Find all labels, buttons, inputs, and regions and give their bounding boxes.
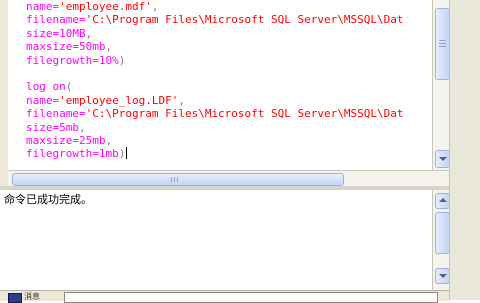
code-token: 'employee.mdf': [59, 0, 152, 13]
chevron-down-icon: [439, 274, 447, 278]
code-line: name='employee_log.LDF',: [8, 94, 432, 107]
editor-hscroll-thumb[interactable]: [12, 173, 344, 186]
code-token: size=5mb: [26, 120, 79, 134]
query-analyzer-window: name='employee.mdf', filename='C:\Program…: [0, 0, 480, 303]
chevron-up-icon: [439, 198, 447, 202]
result-message: 命令已成功完成。: [4, 193, 92, 206]
code-token: ,: [78, 120, 86, 134]
code-line: size=10MB,: [8, 27, 432, 40]
code-token: 'C:\Program Files\Microsoft SQL Server\M…: [85, 107, 404, 121]
code-token: ,: [151, 0, 159, 13]
code-token: maxsize=50mb: [26, 40, 106, 54]
code-token: ): [118, 147, 126, 161]
code-token: filegrowth=10%: [26, 53, 119, 67]
code-line: filename='C:\Program Files\Microsoft SQL…: [8, 107, 432, 120]
code-token: size=10MB: [26, 26, 86, 40]
code-token: name=: [26, 93, 60, 107]
code-token: maxsize=25mb: [26, 133, 106, 147]
chevron-down-icon: [439, 157, 447, 161]
editor-scroll-down-button[interactable]: [435, 150, 450, 168]
results-scroll-up-button[interactable]: [435, 193, 450, 209]
editor-vscroll-thumb[interactable]: [435, 8, 450, 80]
sql-editor[interactable]: name='employee.mdf', filename='C:\Program…: [8, 0, 432, 170]
code-token: 'C:\Program Files\Microsoft SQL Server\M…: [85, 13, 404, 27]
code-token: ): [118, 53, 126, 67]
code-line: filegrowth=1mb): [8, 147, 432, 160]
code-token: ,: [85, 26, 93, 40]
code-token: filename=: [26, 13, 86, 27]
code-token: (: [65, 80, 73, 94]
code-token: ,: [105, 40, 113, 54]
code-token: ,: [178, 93, 185, 107]
code-token: name=: [26, 0, 60, 13]
status-field: [64, 292, 438, 303]
code-line: log on(: [8, 80, 432, 93]
results-scroll-down-button[interactable]: [435, 268, 450, 284]
code-line: maxsize=50mb,: [8, 40, 432, 53]
code-line: size=5mb,: [8, 121, 432, 134]
window-right-edge: [449, 0, 480, 300]
results-tab-strip: 消息: [0, 290, 450, 303]
code-line: maxsize=25mb,: [8, 134, 432, 147]
code-token: ,: [105, 133, 113, 147]
code-line: name='employee.mdf',: [8, 0, 432, 13]
results-pane[interactable]: 命令已成功完成。: [0, 190, 432, 290]
grid-icon[interactable]: [8, 293, 22, 303]
text-caret: [126, 147, 128, 160]
code-token: filename=: [26, 107, 86, 121]
results-vscroll-thumb[interactable]: [435, 212, 450, 254]
editor-horizontal-scrollbar[interactable]: [8, 170, 450, 187]
code-token: log on: [26, 80, 66, 94]
code-line: filename='C:\Program Files\Microsoft SQL…: [8, 13, 432, 26]
code-line: filegrowth=10%): [8, 54, 432, 67]
code-token: filegrowth=1mb: [26, 147, 119, 161]
code-token: 'employee_log.LDF': [59, 93, 179, 107]
